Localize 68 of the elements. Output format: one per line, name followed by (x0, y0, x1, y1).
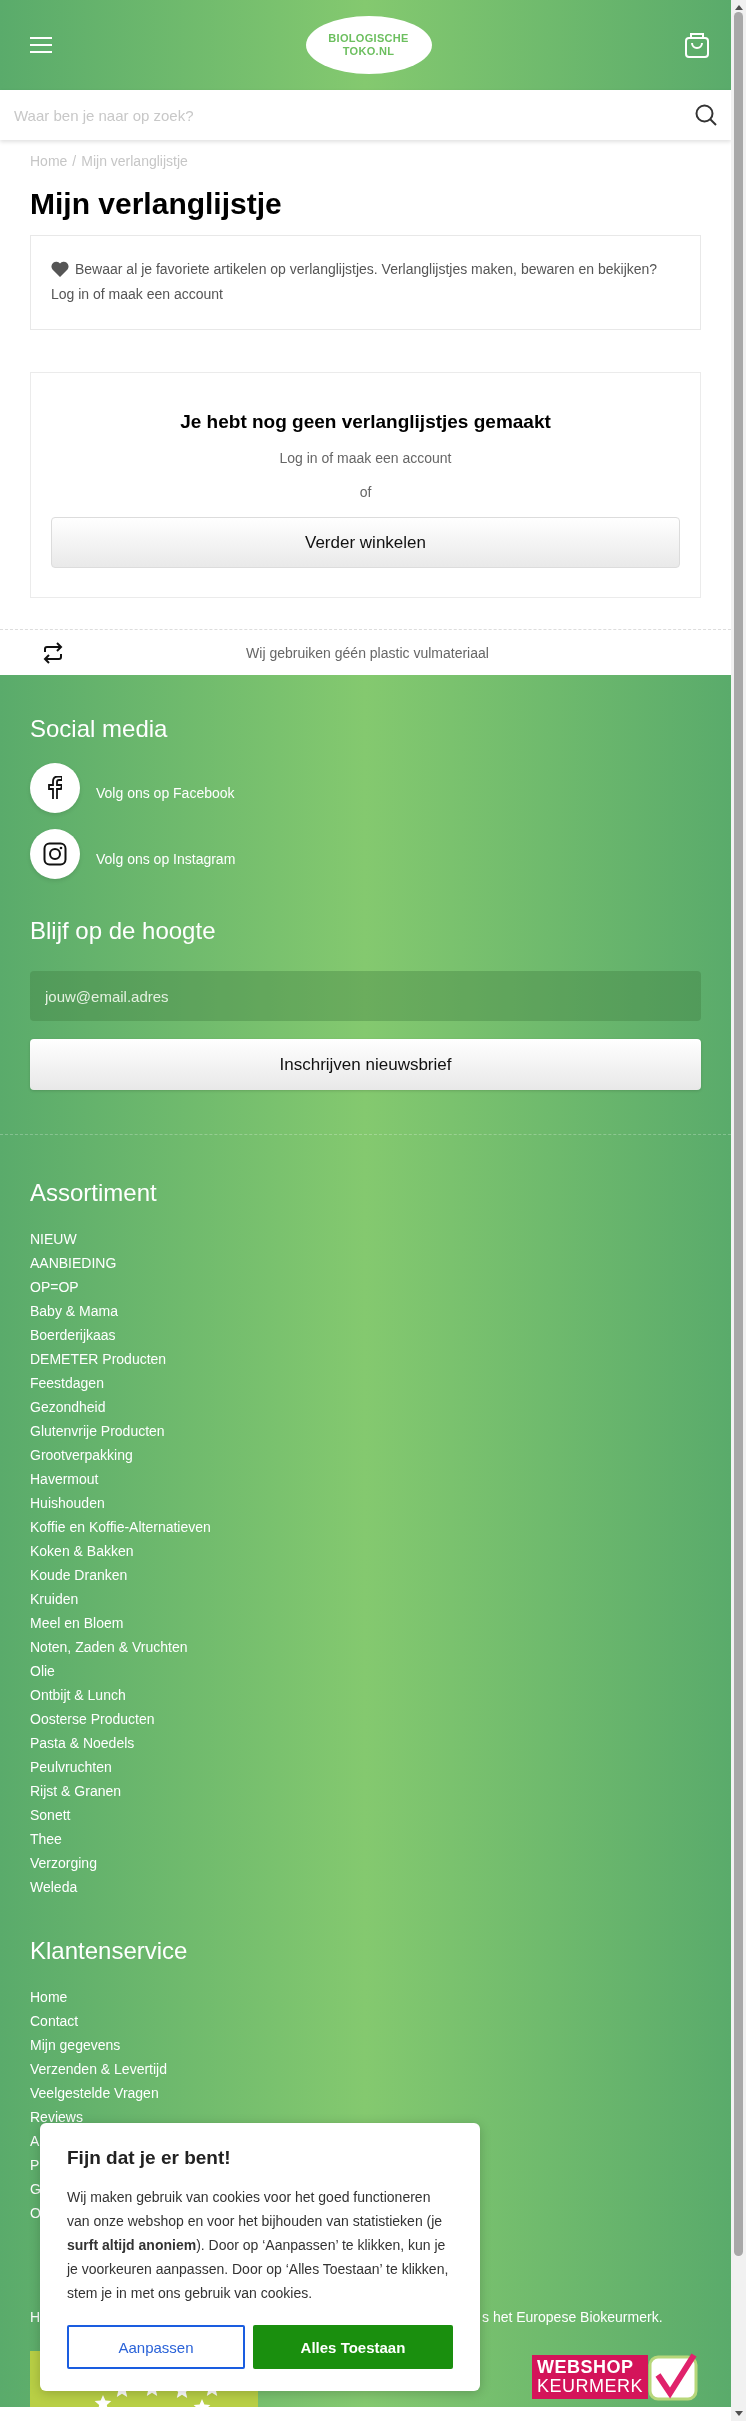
category-link[interactable]: Grootverpakking (30, 1443, 701, 1467)
section-heading: Social media (30, 715, 169, 743)
shopping-bag-icon[interactable] (685, 32, 709, 58)
usp-text: Wij gebruiken géén plastic vulmateriaal (245, 644, 490, 661)
category-link[interactable]: Oosterse Producten (30, 1707, 701, 1731)
service-link[interactable]: Mijn gegevens (30, 2033, 701, 2057)
accept-all-button[interactable]: Alles Toestaan (253, 2325, 453, 2369)
breadcrumb-link[interactable]: Home (30, 153, 68, 169)
info-text: Bewaar al je favoriete artikelen op verlanglijstjes. Verlanglijstjes maken, bewaren en bekijken? (75, 261, 658, 277)
repeat-icon (42, 641, 64, 664)
category-link[interactable]: Kruiden (30, 1587, 701, 1611)
category-link[interactable]: Thee (30, 1827, 701, 1851)
breadcrumb-separator: / (72, 153, 77, 169)
category-link[interactable]: Sonett (30, 1803, 701, 1827)
category-link[interactable]: Koffie en Koffie-Alternatieven (30, 1515, 701, 1539)
dialog-text: Wij maken gebruik van cookies voor het goed functioneren van onze webshop en voor het bijhouden van statistieken (je surft altijd anoniem). Door op ‘Aanpassen’ te klikken, kun je je voorkeuren aanpassen. Door op ‘Alles Toestaan’ te klikken, stem je in met ons gebruik van cookies. (67, 2188, 450, 2303)
instagram-icon (43, 842, 67, 866)
category-link[interactable]: DEMETER Producten (30, 1347, 701, 1371)
category-link[interactable]: Boerderijkaas (30, 1323, 701, 1347)
continue-shopping-button[interactable]: Verder winkelen (51, 517, 680, 568)
login-link[interactable]: Log in of maak een account (279, 449, 452, 467)
heart-icon (51, 261, 69, 277)
category-link[interactable]: Rijst & Granen (30, 1779, 701, 1803)
search-icon[interactable] (695, 104, 717, 126)
breadcrumb-current: Mijn verlanglijstje (81, 153, 188, 169)
category-link[interactable]: Gezondheid (30, 1395, 701, 1419)
service-link[interactable]: Contact (30, 2009, 701, 2033)
category-link[interactable]: Glutenvrije Producten (30, 1419, 701, 1443)
category-link[interactable]: Feestdagen (30, 1371, 701, 1395)
facebook-icon (48, 776, 62, 800)
category-link[interactable]: Olie (30, 1659, 701, 1683)
category-link[interactable]: Meel en Bloem (30, 1611, 701, 1635)
category-link[interactable]: Havermout (30, 1467, 701, 1491)
category-link[interactable]: Koken & Bakken (30, 1539, 701, 1563)
category-link[interactable]: OP=OP (30, 1275, 701, 1299)
login-link[interactable]: Log in of maak een account (51, 286, 223, 302)
category-link[interactable]: Pasta & Noedels (30, 1731, 701, 1755)
social-link[interactable]: Volg ons op Instagram (96, 851, 236, 867)
category-link[interactable]: Baby & Mama (30, 1299, 701, 1323)
category-link[interactable]: Koude Dranken (30, 1563, 701, 1587)
category-link[interactable]: Peulvruchten (30, 1755, 701, 1779)
menu-icon[interactable] (30, 37, 52, 53)
empty-state-heading: Je hebt nog geen verlanglijstjes gemaakt (180, 411, 551, 433)
dialog-title: Fijn dat je er bent! (67, 2147, 232, 2169)
social-icon-button[interactable] (30, 763, 80, 813)
social-icon-button[interactable] (30, 829, 80, 879)
category-link[interactable]: AANBIEDING (30, 1251, 701, 1275)
scrollbar[interactable] (731, 0, 746, 2421)
service-link[interactable]: Verzenden & Levertijd (30, 2057, 701, 2081)
category-link[interactable]: Noten, Zaden & Vruchten (30, 1635, 701, 1659)
category-link[interactable]: Ontbijt & Lunch (30, 1683, 701, 1707)
subscribe-button[interactable]: Inschrijven nieuwsbrief (30, 1039, 701, 1090)
customize-button[interactable]: Aanpassen (67, 2325, 245, 2369)
section-heading: Assortiment (30, 1179, 158, 1207)
category-link[interactable]: Weleda (30, 1875, 701, 1899)
section-heading: Blijf op de hoogte (30, 917, 217, 945)
section-heading: Klantenservice (30, 1937, 189, 1965)
certificate-text: s het Europese Biokeurmerk. (482, 2309, 664, 2325)
logo[interactable]: BIOLOGISCHE TOKO.NL (305, 16, 432, 74)
social-link[interactable]: Volg ons op Facebook (96, 785, 235, 801)
service-link[interactable]: Home (30, 1985, 701, 2009)
category-link[interactable]: NIEUW (30, 1227, 701, 1251)
or-text: of (359, 483, 372, 501)
certificate-text: H (30, 2309, 42, 2325)
page-title: Mijn verlanglijstje (30, 187, 283, 221)
service-link[interactable]: Veelgestelde Vragen (30, 2081, 701, 2105)
category-link[interactable]: Verzorging (30, 1851, 701, 1875)
category-link[interactable]: Huishouden (30, 1491, 701, 1515)
